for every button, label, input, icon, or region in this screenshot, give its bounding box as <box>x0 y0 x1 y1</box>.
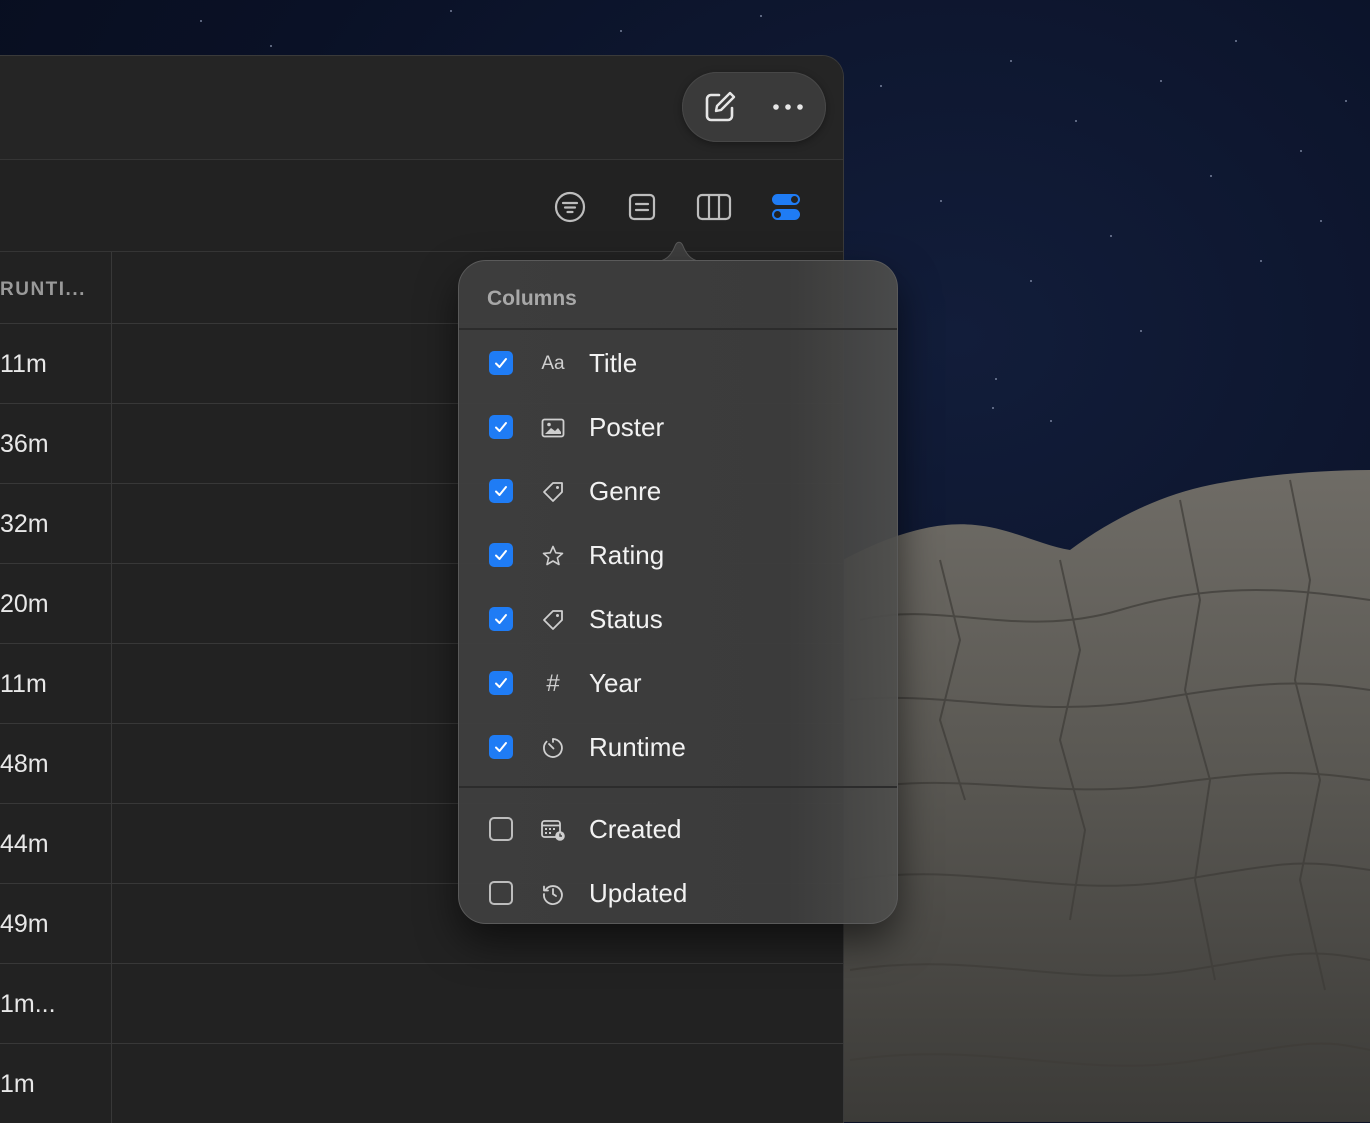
checkbox-unchecked[interactable] <box>489 817 513 841</box>
column-toggle-updated[interactable]: Updated <box>459 862 897 924</box>
more-button[interactable] <box>770 89 806 125</box>
history-icon <box>539 880 567 908</box>
timer-icon <box>539 734 567 762</box>
checkbox-checked[interactable] <box>489 543 513 567</box>
runtime-cell: 44m <box>0 830 49 858</box>
compose-icon <box>705 91 736 122</box>
runtime-cell: 32m <box>0 510 49 538</box>
columns-popover: Columns Aa Title Poster Genre Rating Sta… <box>458 260 898 924</box>
tag-icon <box>539 478 567 506</box>
view-toolbar <box>0 160 843 252</box>
table-row[interactable]: 1m <box>0 1044 843 1123</box>
column-label: Genre <box>589 476 662 506</box>
column-label: Poster <box>589 412 665 442</box>
column-label: Runtime <box>589 732 686 762</box>
tag-icon <box>539 606 567 634</box>
runtime-cell: 36m <box>0 430 49 458</box>
list-view-icon <box>628 193 656 221</box>
filter-button[interactable] <box>552 189 588 225</box>
column-toggle-runtime[interactable]: Runtime <box>459 716 897 778</box>
divider <box>459 786 897 788</box>
titlebar <box>0 56 843 160</box>
runtime-cell: 20m <box>0 590 49 618</box>
runtime-cell: 11m <box>0 670 47 698</box>
compose-button[interactable] <box>702 89 738 125</box>
popover-title: Columns <box>487 287 577 310</box>
runtime-cell: 11m <box>0 350 47 378</box>
column-toggle-title[interactable]: Aa Title <box>459 332 897 394</box>
checkbox-checked[interactable] <box>489 351 513 375</box>
checkbox-checked[interactable] <box>489 735 513 759</box>
list-view-button[interactable] <box>624 189 660 225</box>
column-label: Year <box>589 668 642 698</box>
divider <box>459 328 897 330</box>
columns-view-button[interactable] <box>696 189 732 225</box>
runtime-cell: 48m <box>0 750 49 778</box>
calendar-clock-icon <box>539 816 567 844</box>
column-toggle-status[interactable]: Status <box>459 588 897 650</box>
filter-icon <box>554 191 586 223</box>
toggle-columns-button[interactable] <box>768 189 804 225</box>
column-toggle-year[interactable]: # Year <box>459 652 897 714</box>
table-row[interactable]: 1m... <box>0 964 843 1044</box>
checkbox-checked[interactable] <box>489 415 513 439</box>
image-icon <box>539 414 567 442</box>
checkbox-checked[interactable] <box>489 671 513 695</box>
column-toggle-created[interactable]: Created <box>459 798 897 860</box>
column-toggle-genre[interactable]: Genre <box>459 460 897 522</box>
column-toggle-poster[interactable]: Poster <box>459 396 897 458</box>
runtime-cell: 49m <box>0 910 49 938</box>
popover-arrow <box>653 241 705 262</box>
columns-view-icon <box>696 193 732 221</box>
column-label: Status <box>589 604 663 634</box>
number-icon: # <box>546 670 560 697</box>
column-header-runtime[interactable]: RUNTI... <box>0 279 86 301</box>
column-label: Title <box>589 348 638 378</box>
column-toggle-rating[interactable]: Rating <box>459 524 897 586</box>
more-icon <box>773 104 803 110</box>
column-label: Updated <box>589 878 688 908</box>
runtime-cell: 1m... <box>0 990 56 1018</box>
toggle-columns-icon <box>772 194 800 220</box>
runtime-cell: 1m <box>0 1070 35 1098</box>
checkbox-checked[interactable] <box>489 607 513 631</box>
column-label: Created <box>589 814 682 844</box>
checkbox-unchecked[interactable] <box>489 881 513 905</box>
text-type-icon: Aa <box>541 353 565 374</box>
column-label: Rating <box>589 540 665 570</box>
star-icon <box>539 542 567 570</box>
checkbox-checked[interactable] <box>489 479 513 503</box>
titlebar-actions <box>682 72 826 142</box>
